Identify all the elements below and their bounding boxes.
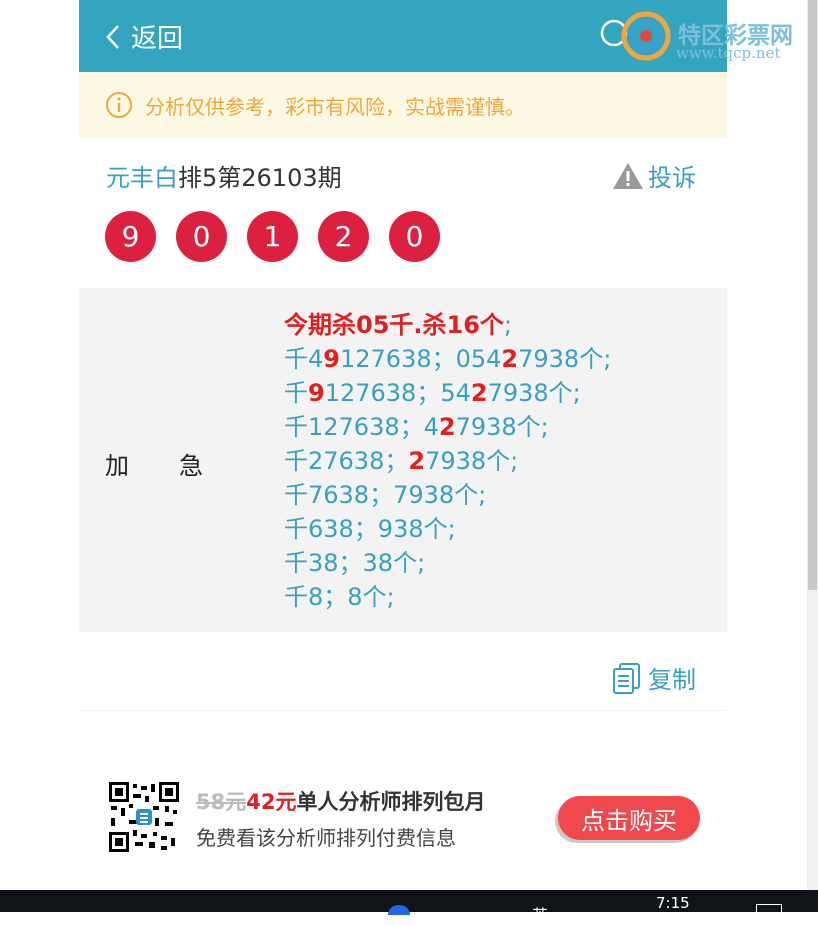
complain-button[interactable]: 投诉 [612,158,696,193]
copy-button[interactable]: 复制 [612,660,696,695]
ime-indicator[interactable]: 英 [532,902,548,926]
back-button[interactable]: 返回 [105,18,183,55]
result-ball: 2 [318,211,369,262]
divider [79,710,727,711]
analysis-line: 千8；8个; [284,580,611,614]
line-text: 127638；54 [324,379,471,407]
line-text: 千638；938个; [284,515,456,543]
analysis-line: 千38；38个; [284,546,611,580]
promo-title-text: 单人分析师排列包月 [296,790,486,814]
promo-title: 58元42元单人分析师排列包月 [196,786,485,816]
qr-code [109,782,179,852]
line-text: 千8；8个; [284,583,395,611]
watermark-url: www.tqcp.net [676,44,781,62]
promo-subtitle: 免费看该分析师排列付费信息 [196,826,456,850]
line-text: 7938个; [425,447,519,475]
analysis-line: 千7638；7938个; [284,478,611,512]
line-text: 7938个; [455,413,549,441]
line-text: 千38；38个; [284,549,426,577]
complain-label: 投诉 [648,164,696,192]
issue-title: 元丰白排5第26103期 [106,158,342,193]
highlight-digit: 2 [470,379,488,407]
result-ball: 9 [105,211,156,262]
analysis-line: 千127638；427938个; [284,410,611,444]
line-text: 千 [284,379,308,407]
new-price: 42元 [246,790,297,814]
label-char: 加 [105,452,129,480]
subscription-promo: 58元42元单人分析师排列包月 免费看该分析师排列付费信息 点击购买 [79,780,727,852]
author-name[interactable]: 元丰白 [106,164,178,192]
back-label: 返回 [131,24,184,54]
copy-icon [613,662,640,694]
analysis-line: 千49127638；05427938个; [284,342,611,376]
line-text: 7938个; [518,345,612,373]
chevron-left-icon [106,24,119,49]
headline-text: 今期杀05千.杀16个 [284,311,504,339]
highlight-digit: 2 [438,413,456,441]
line-text: 千4 [284,345,324,373]
line-text: 千7638；7938个; [284,481,487,509]
highlight-digit: 9 [323,345,340,373]
line-text: 千127638；4 [284,413,439,441]
buy-button[interactable]: 点击购买 [558,796,700,840]
issue-number: 排5第26103期 [178,164,342,192]
scrollbar-thumb[interactable] [808,0,817,590]
result-ball: 0 [389,211,440,262]
clock: 7:15 [656,894,690,912]
info-icon [106,92,132,118]
copy-label: 复制 [648,666,696,694]
notice-text: 分析仅供参考，彩市有风险，实战需谨慎。 [145,94,525,119]
label-char: 急 [179,452,203,480]
analysis-line: 千9127638；5427938个; [284,376,611,410]
analysis-panel: 加急 今期杀05千.杀16个; 千49127638；05427938个; 千912… [79,288,727,632]
analysis-headline: 今期杀05千.杀16个; [284,308,611,342]
headline-tail: ; [503,311,513,339]
panel-label: 加急 [105,446,203,481]
analysis-line: 千638；938个; [284,512,611,546]
app-page: 返回 分析仅供参考，彩市有风险，实战需谨慎。 元丰白排5第26103期 投诉 9… [79,0,727,890]
risk-notice: 分析仅供参考，彩市有风险，实战需谨慎。 [79,72,727,138]
highlight-digit: 2 [501,345,519,373]
result-ball: 1 [247,211,298,262]
result-ball: 0 [176,211,227,262]
analysis-lines: 今期杀05千.杀16个; 千49127638；05427938个; 千912763… [284,308,611,614]
line-text: 7938个; [487,379,581,407]
line-text: 127638；054 [339,345,502,373]
warning-icon [613,162,643,189]
analysis-line: 千27638；27938个; [284,444,611,478]
highlight-digit: 2 [408,447,426,475]
result-balls: 9 0 1 2 0 [105,211,460,262]
taskbar [0,890,818,912]
highlight-digit: 9 [308,379,325,407]
old-price: 58元 [196,790,247,814]
line-text: 千27638； [284,447,409,475]
